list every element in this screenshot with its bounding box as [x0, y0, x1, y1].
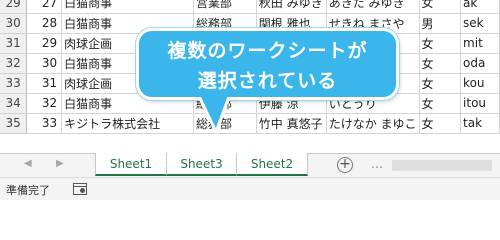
cell-no[interactable]: 30	[26, 53, 63, 74]
row-header[interactable]: 32	[0, 53, 28, 74]
cell-email[interactable]: itou	[460, 93, 500, 114]
cell-gender[interactable]: 女	[419, 73, 462, 94]
cell-dept[interactable]: 営業部	[193, 0, 257, 14]
cell-no[interactable]: 33	[26, 113, 63, 134]
cell-gender[interactable]: 男	[419, 13, 462, 34]
cell-email[interactable]: mit	[460, 33, 500, 54]
table-row: 3533キジトラ株式会社総務部竹中 真悠子たけなか まゆこ女tak	[0, 113, 500, 134]
cell-no[interactable]: 32	[26, 93, 63, 114]
cell-no[interactable]: 28	[26, 13, 63, 34]
row-header[interactable]: 33	[0, 73, 28, 94]
tab-sheet3[interactable]: Sheet3	[166, 153, 237, 176]
cell-no[interactable]: 31	[26, 73, 63, 94]
tab-sheet1[interactable]: Sheet1	[95, 153, 167, 176]
cell-gender[interactable]: 女	[419, 93, 462, 114]
add-sheet-button[interactable]: +	[337, 157, 353, 173]
callout-pointer	[196, 94, 234, 134]
status-bar: 準備完了	[0, 177, 500, 200]
cell-no[interactable]: 29	[26, 33, 63, 54]
cell-email[interactable]: tak	[460, 113, 500, 134]
row-header[interactable]: 35	[0, 113, 28, 134]
cell-name[interactable]: 秋田 みゆき	[256, 0, 327, 14]
scroll-left-icon[interactable]: ◀	[24, 158, 32, 169]
macro-record-icon[interactable]	[73, 183, 87, 195]
cell-email[interactable]: sek	[460, 13, 500, 34]
row-header[interactable]: 29	[0, 0, 28, 14]
cell-gender[interactable]: 女	[419, 113, 462, 134]
row-header[interactable]: 34	[0, 93, 28, 114]
cell-email[interactable]: kou	[460, 73, 500, 94]
scroll-right-icon[interactable]: ▶	[56, 158, 64, 169]
cell-no[interactable]: 27	[26, 0, 63, 14]
cell-email[interactable]: ak	[460, 0, 500, 14]
row-header[interactable]: 31	[0, 33, 28, 54]
table-row: 29 27 白猫商事 営業部 秋田 みゆき あきた みゆき女 ak	[0, 0, 500, 14]
cell-company[interactable]: キジトラ株式会社	[61, 113, 194, 134]
status-ready: 準備完了	[6, 184, 50, 197]
cell-kana[interactable]: たけなか まゆこ	[326, 113, 420, 134]
cell-email[interactable]: oda	[460, 53, 500, 74]
cell-kana[interactable]: あきた みゆき	[326, 0, 420, 14]
cell-gender[interactable]: 女	[419, 0, 462, 14]
more-icon[interactable]: …	[371, 157, 384, 171]
callout-line-2: 選択されている	[197, 70, 338, 92]
cell-company[interactable]: 白猫商事	[61, 0, 194, 14]
tab-sheet2[interactable]: Sheet2	[236, 153, 308, 176]
row-header[interactable]: 30	[0, 13, 28, 34]
sheet-tab-bar: ◀ ▶ Sheet1 Sheet3 Sheet2 + …	[0, 153, 500, 177]
callout-line-1: 複数のワークシートが	[167, 40, 368, 62]
cell-gender[interactable]: 女	[419, 33, 462, 54]
callout-bubble: 複数のワークシートが 選択されている	[136, 28, 399, 100]
cell-gender[interactable]: 女	[419, 53, 462, 74]
horizontal-scrollbar[interactable]	[392, 160, 492, 171]
cell-name[interactable]: 竹中 真悠子	[256, 113, 327, 134]
